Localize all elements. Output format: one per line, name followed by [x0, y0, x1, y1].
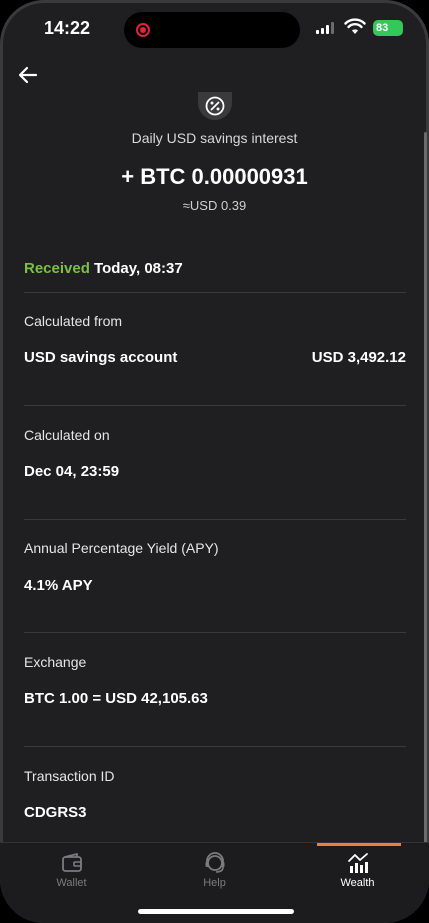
status-time: 14:22 — [44, 18, 91, 38]
fiat-equivalent: ≈USD 0.39 — [182, 198, 247, 213]
divider — [24, 405, 406, 406]
tab-help[interactable]: Help — [143, 843, 286, 903]
tab-wealth[interactable]: Wealth — [286, 843, 429, 903]
phone-screen: 14:22 83 Daily USD savings interest + BT… — [0, 0, 429, 923]
headset-icon — [205, 852, 225, 873]
battery-level: 83 — [376, 22, 389, 34]
wifi-icon — [344, 18, 366, 34]
back-arrow-icon[interactable] — [16, 64, 42, 86]
calculated-on-value: Dec 04, 23:59 — [24, 463, 120, 480]
cellular-signal-icon — [316, 22, 334, 34]
recording-icon — [136, 23, 150, 37]
transaction-id-value: CDGRS3 — [24, 804, 87, 821]
scrollbar[interactable] — [424, 132, 427, 852]
chart-icon — [348, 853, 368, 873]
wallet-icon — [62, 853, 82, 872]
status-received: Received — [24, 260, 90, 277]
apy-value: 4.1% APY — [24, 577, 93, 594]
transaction-id-label: Transaction ID — [24, 768, 115, 784]
calculated-from-label: Calculated from — [24, 313, 123, 329]
tab-help-label: Help — [203, 877, 226, 889]
divider — [24, 746, 406, 747]
transaction-title: Daily USD savings interest — [131, 130, 298, 146]
tab-wallet[interactable]: Wallet — [0, 843, 143, 903]
battery-icon: 83 — [373, 20, 403, 36]
exchange-label: Exchange — [24, 654, 87, 670]
active-tab-indicator — [317, 843, 401, 846]
source-account: USD savings account — [24, 349, 178, 366]
status-time: Today, 08:37 — [94, 260, 183, 277]
source-balance: USD 3,492.12 — [311, 349, 406, 366]
transaction-status: Received Today, 08:37 — [24, 260, 183, 277]
divider — [24, 632, 406, 633]
tab-wealth-label: Wealth — [340, 877, 375, 889]
transaction-amount: + BTC 0.00000931 — [121, 164, 308, 189]
dynamic-island — [124, 12, 300, 48]
percent-icon — [198, 92, 232, 120]
divider — [24, 292, 406, 293]
apy-label: Annual Percentage Yield (APY) — [24, 540, 219, 556]
calculated-on-label: Calculated on — [24, 427, 110, 443]
divider — [24, 519, 406, 520]
home-indicator[interactable] — [138, 909, 294, 914]
tab-wallet-label: Wallet — [56, 877, 87, 889]
exchange-rate: BTC 1.00 = USD 42,105.63 — [24, 690, 208, 707]
